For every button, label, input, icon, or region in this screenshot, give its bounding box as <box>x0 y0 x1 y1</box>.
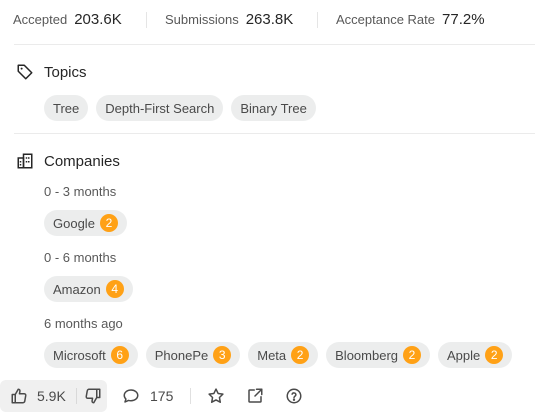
divider <box>76 388 77 404</box>
divider <box>146 12 147 28</box>
frequency-badge: 2 <box>291 346 310 364</box>
frequency-badge: 6 <box>110 346 129 364</box>
company-name: Google <box>53 215 95 231</box>
stat-value: 77.2% <box>442 11 485 28</box>
company-name: Microsoft <box>53 347 106 363</box>
stat-value: 203.6K <box>74 11 122 28</box>
stat-accepted: Accepted 203.6K <box>13 11 122 28</box>
like-count: 5.9K <box>37 388 66 404</box>
stat-label: Submissions <box>165 12 239 27</box>
stat-submissions: Submissions 263.8K <box>165 11 293 28</box>
company-name: Amazon <box>53 281 101 297</box>
topics-title: Topics <box>44 63 87 81</box>
company-tags: Microsoft 6 PhonePe 3 Meta 2 Bloomberg 2… <box>44 342 513 368</box>
company-name: Bloomberg <box>335 347 399 363</box>
company-tag[interactable]: Amazon 4 <box>44 276 133 302</box>
divider <box>14 44 535 45</box>
company-tag[interactable]: Apple 2 <box>438 342 513 368</box>
topic-tag[interactable]: Binary Tree <box>231 95 316 121</box>
star-icon <box>207 387 225 405</box>
tag-icon <box>16 63 34 81</box>
period-label: 6 months ago <box>44 316 123 331</box>
company-tags: Amazon 4 <box>44 276 133 302</box>
divider <box>190 388 191 404</box>
company-name: Apple <box>447 347 481 363</box>
stat-acceptance-rate: Acceptance Rate 77.2% <box>336 11 485 28</box>
company-name: PhonePe <box>154 347 209 363</box>
thumbs-up-icon <box>10 387 28 405</box>
stat-label: Acceptance Rate <box>336 12 436 27</box>
stat-label: Accepted <box>13 12 68 27</box>
vote-group: 5.9K <box>0 380 107 412</box>
company-tag[interactable]: Microsoft 6 <box>44 342 138 368</box>
like-button[interactable]: 5.9K <box>10 387 66 405</box>
dislike-button[interactable] <box>84 387 102 405</box>
share-button[interactable] <box>246 387 264 405</box>
company-tag[interactable]: Bloomberg 2 <box>326 342 431 368</box>
comment-count: 175 <box>150 388 174 404</box>
company-tag[interactable]: PhonePe 3 <box>145 342 241 368</box>
frequency-badge: 3 <box>213 346 232 364</box>
comments-button[interactable]: 175 <box>122 387 173 405</box>
company-name: Meta <box>257 347 287 363</box>
help-icon <box>285 387 303 405</box>
company-tag[interactable]: Meta 2 <box>248 342 319 368</box>
topic-tag[interactable]: Tree <box>44 95 89 121</box>
frequency-badge: 4 <box>105 280 124 298</box>
topic-tag[interactable]: Depth-First Search <box>96 95 224 121</box>
topics-header[interactable]: Topics <box>16 61 87 83</box>
stats-bar: Accepted 203.6K Submissions 263.8K Accepta… <box>0 0 535 38</box>
divider <box>14 133 535 134</box>
companies-header[interactable]: Companies <box>16 150 120 172</box>
divider <box>317 12 318 28</box>
period-label: 0 - 3 months <box>44 184 117 199</box>
company-tags: Google 2 <box>44 210 127 236</box>
action-bar: 5.9K 175 <box>0 380 535 412</box>
frequency-badge: 2 <box>403 346 422 364</box>
topic-tags: Tree Depth-First Search Binary Tree <box>44 95 316 121</box>
period-label: 0 - 6 months <box>44 250 117 265</box>
stat-value: 263.8K <box>245 11 294 28</box>
frequency-badge: 2 <box>485 346 504 364</box>
company-tag[interactable]: Google 2 <box>44 210 127 236</box>
share-icon <box>246 387 264 405</box>
thumbs-down-icon <box>84 387 102 405</box>
favorite-button[interactable] <box>207 387 225 405</box>
companies-title: Companies <box>44 152 120 170</box>
frequency-badge: 2 <box>99 214 118 232</box>
building-icon <box>16 152 34 170</box>
comment-icon <box>122 387 140 405</box>
help-button[interactable] <box>285 387 303 405</box>
